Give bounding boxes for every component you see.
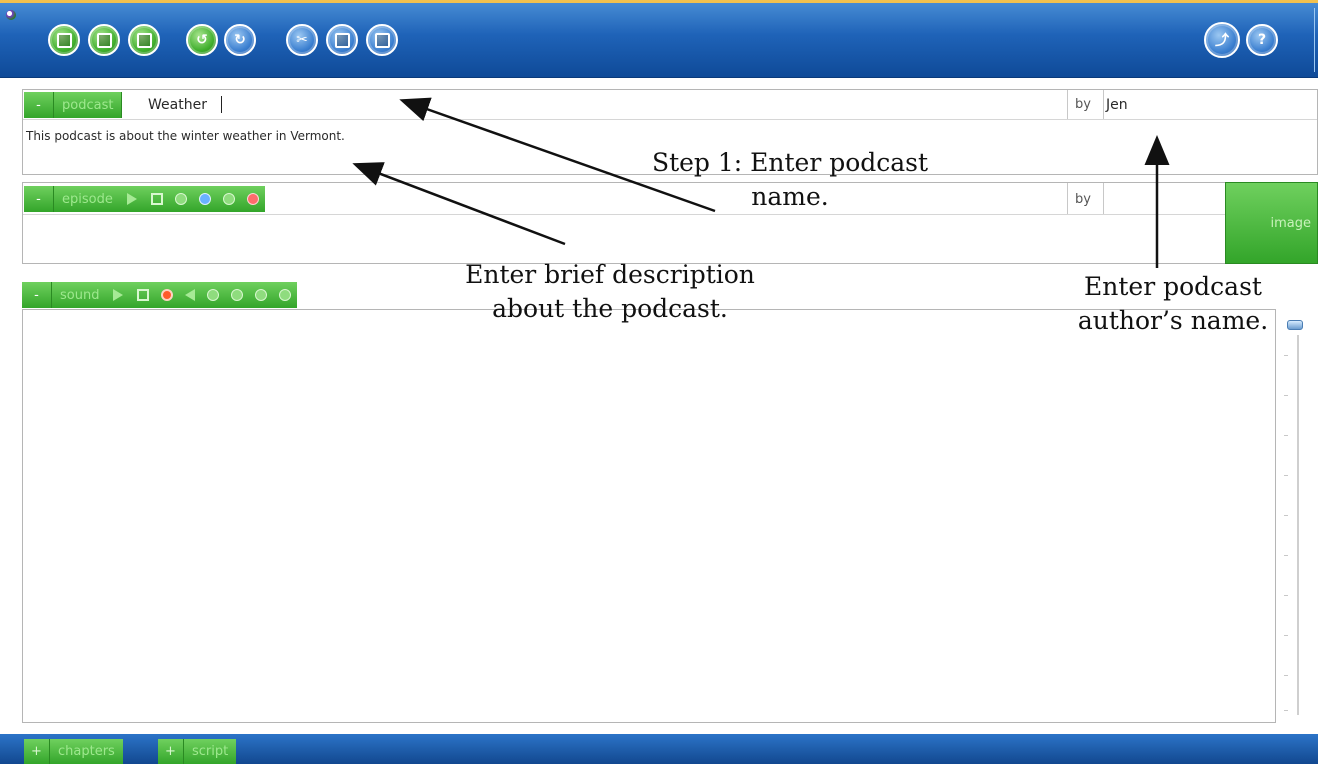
- play-icon[interactable]: [126, 193, 137, 205]
- annotation-author: Enter podcast author’s name.: [1077, 272, 1269, 335]
- record-icon[interactable]: [161, 289, 174, 301]
- podcast-tag-label: podcast: [54, 92, 123, 118]
- tab-script-label: script: [192, 744, 229, 759]
- open-file-icon[interactable]: [88, 24, 120, 56]
- sound-tag: - sound: [22, 282, 298, 308]
- collapse-podcast-button[interactable]: -: [24, 92, 54, 118]
- help-icon[interactable]: ?: [1246, 24, 1278, 56]
- app-logo-icon: [6, 10, 16, 20]
- publish-icon[interactable]: ⤴: [1204, 22, 1240, 58]
- sound-tag-label: sound: [60, 287, 100, 303]
- new-file-icon[interactable]: [48, 24, 80, 56]
- delete-episode-icon[interactable]: [246, 193, 259, 205]
- toolbar-edge: [1314, 8, 1318, 72]
- annotation-description: Enter brief description about the podcas…: [465, 260, 755, 323]
- effects-icon[interactable]: [279, 289, 292, 301]
- window-top-edge: [0, 0, 1318, 3]
- paste-icon[interactable]: [366, 24, 398, 56]
- tab-chapters-label: chapters: [58, 744, 115, 759]
- cut-icon[interactable]: ✂: [286, 24, 318, 56]
- annotation-step1: Step 1: Enter podcast name.: [651, 148, 929, 211]
- save-icon[interactable]: [128, 24, 160, 56]
- next-icon[interactable]: [198, 193, 211, 205]
- podcast-by-label: by: [1075, 97, 1091, 112]
- previous-icon[interactable]: [174, 193, 187, 205]
- add-episode-icon[interactable]: [222, 193, 235, 205]
- tab-chapters[interactable]: + chapters: [24, 739, 123, 764]
- podcast-tag: - podcast: [24, 92, 123, 118]
- collapse-episode-button[interactable]: -: [24, 186, 54, 212]
- redo-icon[interactable]: ↻: [224, 24, 256, 56]
- zoom-slider-track[interactable]: [1297, 335, 1299, 715]
- episode-by-label: by: [1075, 192, 1091, 207]
- collapse-sound-button[interactable]: -: [22, 282, 52, 308]
- volume-icon[interactable]: [255, 289, 268, 301]
- text-cursor: [221, 96, 222, 113]
- tab-script[interactable]: + script: [158, 739, 237, 764]
- podcast-name-field[interactable]: Weather: [148, 97, 207, 113]
- copy-icon[interactable]: [326, 24, 358, 56]
- rewind-icon[interactable]: [185, 289, 196, 301]
- image-button-label: image: [1270, 215, 1312, 231]
- main-toolbar: ↺ ↻ ✂ ⤴ ?: [0, 0, 1318, 78]
- episode-tag: - episode: [24, 186, 265, 212]
- expand-script-button[interactable]: +: [158, 739, 184, 764]
- podcast-author-field[interactable]: Jen: [1106, 97, 1128, 113]
- zoom-slider-ticks: [1284, 355, 1290, 715]
- sound-track-area[interactable]: [22, 309, 1276, 723]
- undo-icon[interactable]: ↺: [186, 24, 218, 56]
- podcast-description-field[interactable]: This podcast is about the winter weather…: [26, 129, 345, 143]
- split-icon[interactable]: [207, 289, 220, 301]
- stop-icon[interactable]: [150, 193, 163, 205]
- trim-icon[interactable]: [231, 289, 244, 301]
- sound-stop-icon[interactable]: [137, 289, 150, 301]
- sound-play-icon[interactable]: [113, 289, 124, 301]
- episode-image-button[interactable]: image: [1225, 182, 1318, 264]
- episode-tag-label: episode: [62, 191, 113, 207]
- zoom-slider-handle[interactable]: [1287, 320, 1303, 330]
- expand-chapters-button[interactable]: +: [24, 739, 50, 764]
